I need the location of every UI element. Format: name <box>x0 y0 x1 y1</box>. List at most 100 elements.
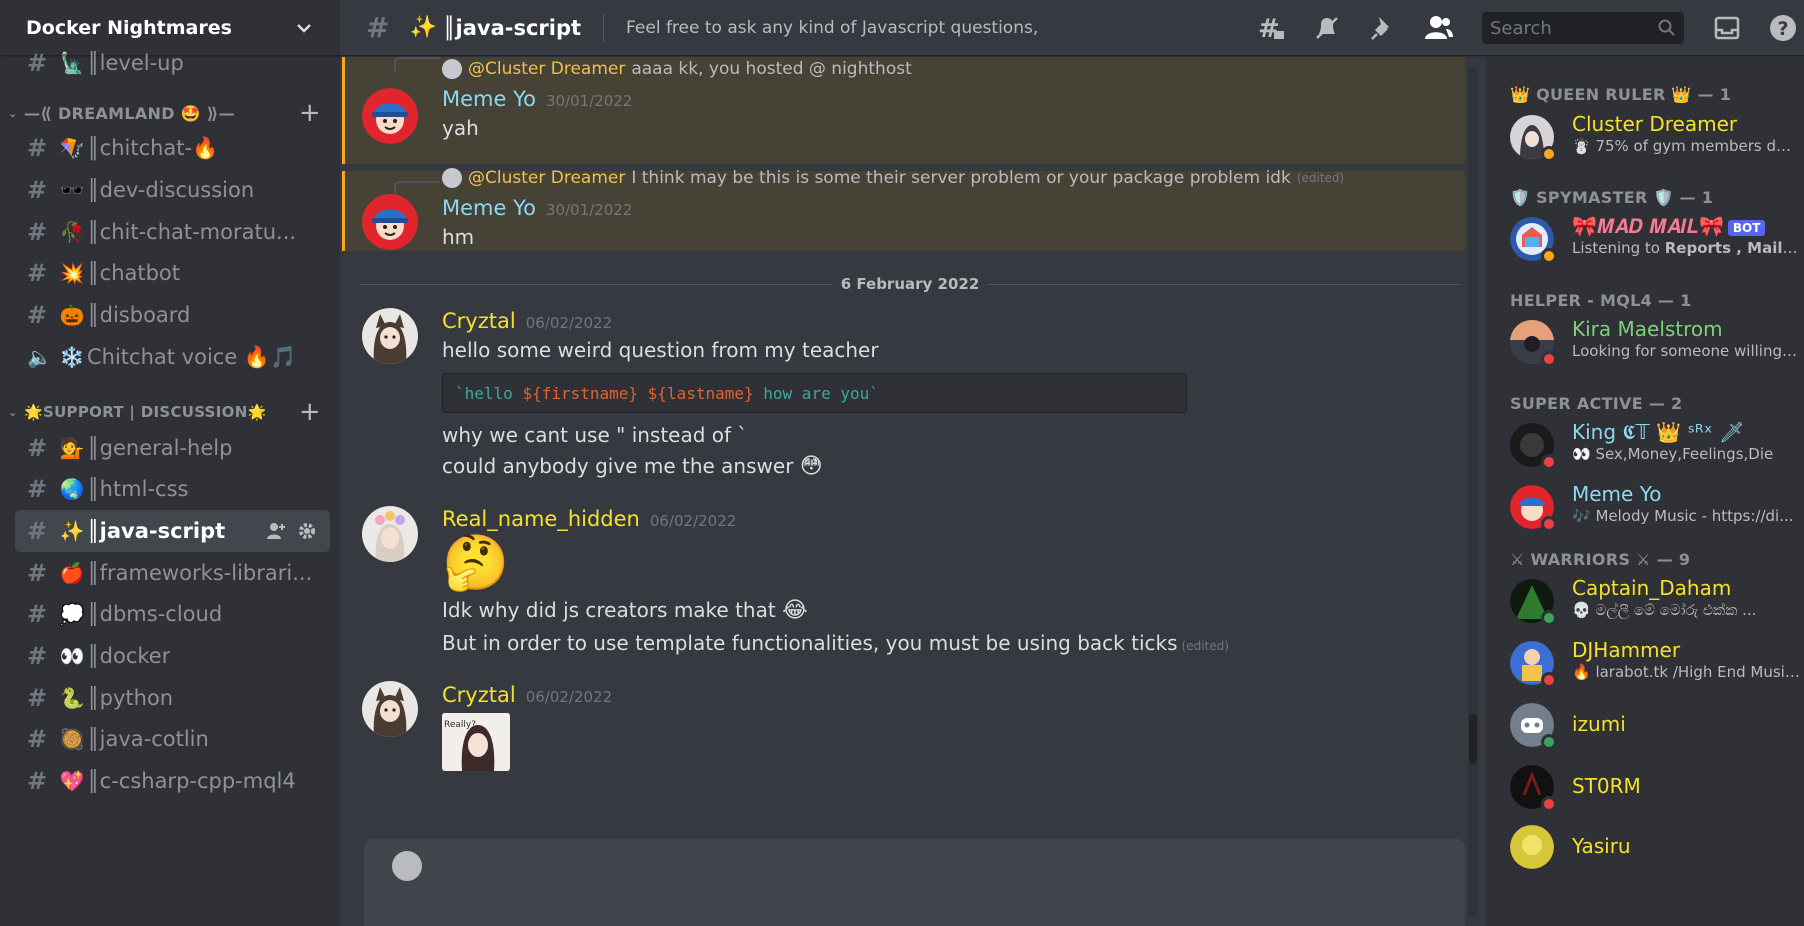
message-text: hello some weird question from my teache… <box>442 338 879 362</box>
member-item[interactable]: Cluster Dreamer ☃️ 75% of gym members do… <box>1510 112 1800 168</box>
channel-name: ║java-script <box>87 519 226 543</box>
author-name[interactable]: Meme Yo <box>442 196 536 220</box>
message-author[interactable]: Meme Yo 30/01/2022 <box>442 87 632 111</box>
channel-html-css[interactable]: # 🌏 ║html-css <box>15 468 330 510</box>
channel-java-cotlin[interactable]: # 🥘 ║java-cotlin <box>15 718 330 760</box>
member-item[interactable]: Kira Maelstrom Looking for someone willi… <box>1510 317 1800 373</box>
member-item[interactable]: King 𝕮𝕋 👑 ˢᴿˣ 🗡 👀 Sex,Money,Feelings,Die <box>1510 420 1800 476</box>
channel-chatbot[interactable]: # 💥 ║chatbot <box>15 252 330 294</box>
message-author[interactable]: Meme Yo 30/01/2022 <box>442 196 632 220</box>
author-name[interactable]: Meme Yo <box>442 87 536 111</box>
channel-c-csharp-cpp[interactable]: # 💖 ║c-csharp-cpp-mql4 <box>15 760 330 802</box>
member-item[interactable]: Captain_Daham 💀 මල්ලී මේ මෝරු එක්ක ... <box>1510 576 1800 632</box>
speaker-icon: 🔈 <box>27 345 52 369</box>
channel-docker[interactable]: # 👀 ║docker <box>15 635 330 677</box>
channel-general-help[interactable]: # 💁 ║general-help <box>15 427 330 469</box>
channel-dev-discussion[interactable]: # 🕶️ ║dev-discussion <box>15 169 330 211</box>
search-input[interactable]: Search <box>1482 12 1684 44</box>
hash-icon: # <box>27 684 48 712</box>
member-item[interactable]: izumi <box>1510 700 1800 756</box>
channel-chit-chat-moratu[interactable]: # 🥀 ║chit-chat-moratu... <box>15 211 330 253</box>
avatar[interactable] <box>362 194 418 250</box>
channel-disboard[interactable]: # 🎃 ║disboard <box>15 294 330 336</box>
mute-bell-icon[interactable] <box>1312 13 1342 43</box>
help-icon[interactable]: ? <box>1768 13 1798 43</box>
pin-icon[interactable] <box>1368 13 1398 43</box>
channel-python[interactable]: # 🐍 ║python <box>15 677 330 719</box>
hash-icon: # <box>27 600 48 628</box>
channel-name: ║chatbot <box>87 261 181 285</box>
reply-spine <box>394 57 440 71</box>
category-dreamland[interactable]: ⌄ —⟪ DREAMLAND 🤩 ⟫— + <box>8 98 333 128</box>
code-variable: ${firstname} <box>522 384 639 403</box>
member-list-icon[interactable] <box>1424 13 1454 43</box>
code-string: `hello <box>455 384 523 403</box>
channel-frameworks[interactable]: # 🍎 ║frameworks-librari... <box>15 552 330 594</box>
code-block[interactable]: `hello ${firstname} ${lastname} how are … <box>442 373 1187 413</box>
voice-channel-chitchat[interactable]: 🔈 ❄️ Chitchat voice 🔥🎵 <box>15 336 330 378</box>
channel-name: ║disboard <box>87 303 191 327</box>
channel-dbms-cloud[interactable]: # 💭 ║dbms-cloud <box>15 593 330 635</box>
member-item[interactable]: Yasiru <box>1510 822 1800 878</box>
inbox-icon[interactable] <box>1712 13 1742 43</box>
channel-emoji: 🐍 <box>59 686 85 710</box>
author-name[interactable]: Cryztal <box>442 309 516 333</box>
message-composer[interactable] <box>364 839 1465 926</box>
avatar[interactable] <box>362 506 418 562</box>
search-placeholder: Search <box>1490 17 1552 39</box>
channel-name: Chitchat voice 🔥🎵 <box>87 344 297 369</box>
channel-name: ║c-csharp-cpp-mql4 <box>87 769 296 793</box>
member-group-label: 🛡️ SPYMASTER 🛡️ — 1 <box>1510 188 1714 207</box>
avatar[interactable] <box>362 308 418 364</box>
channel-emoji: 👀 <box>59 644 85 668</box>
author-name[interactable]: Cryztal <box>442 683 516 707</box>
member-item[interactable]: Meme Yo 🎶 Melody Music - https://di... <box>1510 482 1800 538</box>
category-support[interactable]: ⌄ 🌟SUPPORT | DISCUSSION🌟 + <box>8 397 333 427</box>
hash-icon: # <box>27 134 48 162</box>
scrollbar-thumb[interactable] <box>1469 714 1477 764</box>
avatar[interactable] <box>362 88 418 144</box>
channel-header: # ✨ ║java-script Feel free to ask any ki… <box>340 0 1804 56</box>
channel-java-script[interactable]: # ✨ ║java-script <box>15 510 330 552</box>
chevron-down-icon[interactable] <box>294 18 314 38</box>
reply-mention[interactable]: @Cluster Dreamer <box>468 59 625 79</box>
member-item[interactable]: 🎀𝑴𝑨𝑫 𝑴𝑨𝑰𝑳🎀 BOT Listening to Reports , Mai… <box>1510 214 1800 270</box>
author-name[interactable]: Real_name_hidden <box>442 507 640 531</box>
status-dot <box>1541 734 1557 750</box>
member-item[interactable]: DJHammer 🔥 larabot.tk /High End Music... <box>1510 638 1800 694</box>
gear-icon[interactable] <box>298 522 316 540</box>
member-group-label: HELPER - MQL4 — 1 <box>1510 291 1692 310</box>
hash-icon: # <box>27 176 48 204</box>
avatar[interactable] <box>362 681 418 737</box>
header-divider <box>603 13 605 42</box>
message-author[interactable]: Cryztal 06/02/2022 <box>442 309 612 333</box>
hash-icon: # <box>27 218 48 246</box>
channel-name: ║html-css <box>87 477 189 501</box>
message-text-content: could anybody give me the answer <box>442 454 794 478</box>
invite-icon[interactable] <box>266 522 286 540</box>
channel-chitchat[interactable]: # 🪁 ║chitchat-🔥 <box>15 127 330 169</box>
add-channel-icon[interactable]: + <box>299 397 321 427</box>
channel-emoji: 🍎 <box>59 561 85 585</box>
image-attachment[interactable]: Really? <box>442 713 510 771</box>
channel-level-up[interactable]: # 🗽 ║level-up <box>15 42 330 84</box>
status-dot <box>1541 796 1557 812</box>
flushed-emoji-icon: 😳 <box>799 454 823 479</box>
message-author[interactable]: Cryztal 06/02/2022 <box>442 683 612 707</box>
add-channel-icon[interactable]: + <box>299 98 321 128</box>
reply-preview[interactable]: @Cluster Dreamer I think may be this is … <box>442 168 1344 188</box>
status-dot <box>1541 610 1557 626</box>
channel-emoji: 💭 <box>59 602 85 626</box>
hash-icon: # <box>27 642 48 670</box>
message-text: hm <box>442 225 475 249</box>
member-item[interactable]: ST0RM <box>1510 762 1800 818</box>
scrollbar-track[interactable] <box>1468 67 1478 917</box>
reply-preview[interactable]: @Cluster Dreamer aaaa kk, you hosted @ n… <box>442 59 912 79</box>
channel-topic[interactable]: Feel free to ask any kind of Javascript … <box>626 18 1038 38</box>
reply-mention[interactable]: @Cluster Dreamer <box>468 168 625 188</box>
channel-emoji: ❄️ <box>59 345 85 369</box>
member-name: izumi <box>1572 712 1626 736</box>
message-author[interactable]: Real_name_hidden 06/02/2022 <box>442 507 736 531</box>
threads-icon[interactable]: # <box>1256 13 1286 43</box>
add-attachment-icon[interactable] <box>392 851 422 881</box>
